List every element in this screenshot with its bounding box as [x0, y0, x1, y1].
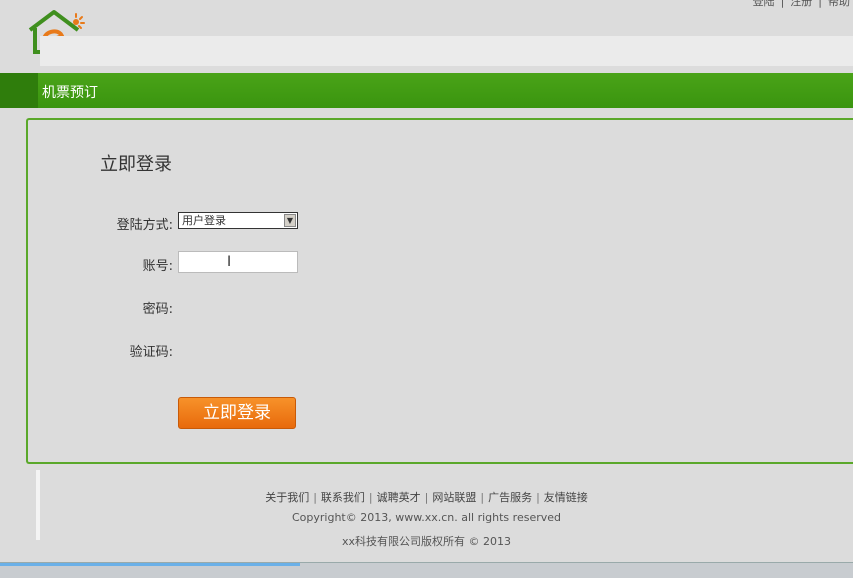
login-panel: 立即登录 登陆方式: 用户登录 ▼ 账号: I 密码: 验证码: 立即登录: [26, 118, 853, 464]
footer-link-affiliates[interactable]: 网站联盟: [432, 491, 476, 504]
top-link-login[interactable]: 登陆: [753, 0, 775, 8]
navbar: 机票预订: [0, 73, 853, 108]
login-method-value: 用户登录: [182, 214, 226, 227]
account-input[interactable]: I: [178, 251, 298, 273]
taskbar-highlight: [0, 563, 300, 566]
top-link-sep: |: [818, 0, 822, 8]
footer-link-contact[interactable]: 联系我们: [321, 491, 365, 504]
login-method-label: 登陆方式:: [116, 218, 173, 233]
footer-links: 关于我们 | 联系我们 | 诚聘英才 | 网站联盟 | 广告服务 | 友情链接: [265, 491, 588, 504]
footer-link-friends[interactable]: 友情链接: [544, 491, 588, 504]
navbar-accent: [0, 73, 38, 108]
footer-link-about[interactable]: 关于我们: [265, 491, 309, 504]
login-title: 立即登录: [100, 154, 172, 175]
password-label: 密码:: [142, 302, 173, 317]
login-button[interactable]: 立即登录: [178, 397, 296, 429]
top-links: 登陆 | 注册 | 帮助: [750, 0, 853, 9]
company-text: xx科技有限公司版权所有 © 2013: [341, 535, 511, 548]
login-method-select[interactable]: 用户登录 ▼: [178, 212, 298, 229]
captcha-label: 验证码:: [129, 345, 173, 360]
copyright-text: Copyright© 2013, www.xx.cn. all rights r…: [292, 511, 561, 524]
top-link-register[interactable]: 注册: [790, 0, 812, 8]
top-link-sep: |: [780, 0, 785, 8]
footer-link-careers[interactable]: 诚聘英才: [377, 491, 421, 504]
nav-item-flight-booking[interactable]: 机票预订: [42, 82, 98, 102]
text-cursor-icon: I: [227, 254, 232, 270]
taskbar: [0, 562, 853, 578]
frame-edge: [36, 470, 40, 540]
top-link-help[interactable]: 帮助: [828, 0, 850, 8]
account-label: 账号:: [142, 259, 173, 274]
chevron-down-icon[interactable]: ▼: [284, 214, 296, 227]
header-strip: [40, 36, 853, 66]
footer-link-ads[interactable]: 广告服务: [488, 491, 532, 504]
